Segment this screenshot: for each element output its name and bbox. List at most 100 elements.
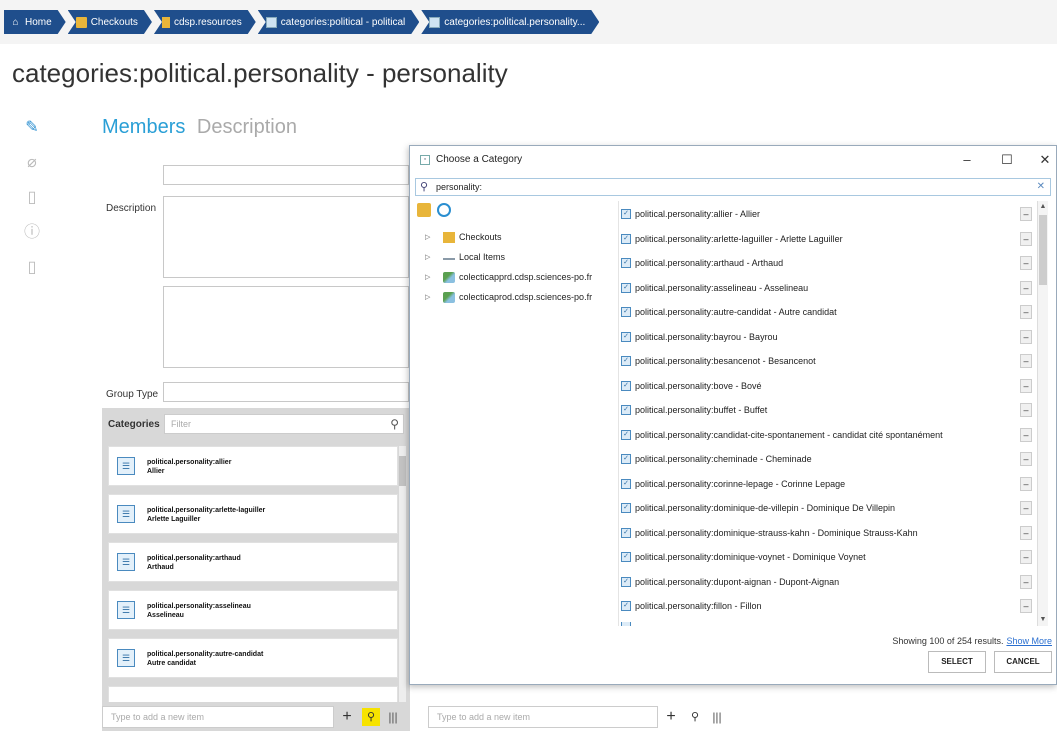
result-row[interactable]: ✓ political.personality:asselineau - Asse… xyxy=(621,279,1041,297)
result-row[interactable]: ✓ political.personality:dupont-aignan - D… xyxy=(621,573,1041,591)
result-row[interactable]: ✓ political.personality:cheminade - Chemi… xyxy=(621,450,1041,468)
remove-icon[interactable]: – xyxy=(1020,550,1032,564)
result-row[interactable]: ✓ political.personality:candidat-cite-spo… xyxy=(621,426,1041,444)
plus-icon[interactable]: + xyxy=(338,708,356,726)
tree-node[interactable]: ▷ colecticapprd.cdsp.sciences-po.fr xyxy=(425,269,592,285)
tree-node-label: Checkouts xyxy=(459,232,502,242)
tab-description[interactable]: Description xyxy=(197,116,297,138)
remove-icon[interactable]: – xyxy=(1020,427,1032,442)
category-list-item[interactable]: ☰ political.personality:allier Allier xyxy=(108,446,398,486)
result-label: political.personality:dominique-strauss-… xyxy=(635,527,918,538)
refresh-icon[interactable] xyxy=(437,203,452,217)
expand-arrow-icon[interactable]: ▷ xyxy=(425,293,443,301)
category-list-item[interactable]: ☰ political.personality:autre-candidat Aut… xyxy=(108,638,398,678)
document-icon[interactable]: ▯ xyxy=(22,258,42,278)
remove-icon[interactable]: – xyxy=(1020,403,1032,417)
result-row[interactable]: ✓ political.personality:fillon - Fillon xyxy=(621,597,1041,615)
expand-arrow-icon[interactable]: ▷ xyxy=(425,233,443,241)
categories-scrollbar[interactable] xyxy=(399,446,406,702)
result-row[interactable]: ✓ political.personality:besancenot - Besa… xyxy=(621,352,1041,370)
remove-icon[interactable]: – xyxy=(1020,574,1032,589)
breadcrumb-item[interactable]: ⌂ Home xyxy=(4,10,66,34)
remove-icon[interactable]: – xyxy=(1020,452,1032,466)
name-field[interactable] xyxy=(163,165,409,185)
clear-icon[interactable]: ✕ xyxy=(1037,181,1045,192)
result-label: political.personality:candidat-cite-spon… xyxy=(635,429,943,440)
remove-icon[interactable]: – xyxy=(1020,280,1032,295)
category-icon xyxy=(429,17,440,28)
result-row[interactable]: ✓ political.personality:bove - Bové xyxy=(621,377,1041,395)
tree-node[interactable]: ▷ Checkouts xyxy=(425,229,502,245)
result-row[interactable]: ✓ political.personality:arthaud - Arthaud xyxy=(621,254,1041,272)
paperclip-icon[interactable]: ⌀ xyxy=(22,153,42,173)
description-field-secondary[interactable] xyxy=(163,286,409,368)
remove-icon[interactable]: – xyxy=(1020,354,1032,368)
tab-members[interactable]: Members xyxy=(102,116,185,138)
remove-icon[interactable]: – xyxy=(1020,207,1032,221)
remove-icon[interactable]: – xyxy=(1020,501,1032,515)
category-list-item[interactable]: ☰ political.personality:arthaud Arthaud xyxy=(108,542,398,582)
remove-icon[interactable]: – xyxy=(1020,525,1032,540)
search-icon[interactable]: ⚲ xyxy=(686,708,704,726)
result-row[interactable]: ✓ political.personality:buffet - Buffet xyxy=(621,401,1041,419)
result-row[interactable]: ✓ political.personality:dominique-strauss… xyxy=(621,524,1041,542)
tree-node[interactable]: ▷ Local Items xyxy=(425,249,505,265)
select-button[interactable]: SELECT xyxy=(928,651,986,673)
result-row[interactable]: ✓ political.personality:bayrou - Bayrou xyxy=(621,328,1041,346)
group-type-field[interactable] xyxy=(163,382,409,402)
add-item-placeholder: Type to add a new item xyxy=(111,712,205,722)
add-icon[interactable] xyxy=(417,203,431,217)
show-more-link[interactable]: Show More xyxy=(1006,636,1052,646)
remove-icon[interactable]: – xyxy=(1020,305,1032,319)
breadcrumb-item[interactable]: cdsp.resources xyxy=(154,10,256,34)
result-row[interactable]: ✓ political.personality:dominique-de-vill… xyxy=(621,499,1041,517)
search-icon[interactable]: ⚲ xyxy=(362,708,380,726)
category-name: Autre candidat xyxy=(147,660,197,667)
scrollbar-thumb[interactable] xyxy=(1039,215,1047,285)
result-label: political.personality:allier - Allier xyxy=(635,209,761,219)
add-item-input[interactable]: Type to add a new item xyxy=(102,706,334,728)
minimize-icon[interactable]: – xyxy=(956,150,978,170)
expand-arrow-icon[interactable]: ▷ xyxy=(425,273,443,281)
remove-icon[interactable]: – xyxy=(1020,231,1032,246)
plus-icon[interactable]: + xyxy=(662,708,680,726)
search-icon[interactable]: ⚲ xyxy=(390,417,399,431)
columns-icon[interactable]: ||| xyxy=(708,708,726,726)
result-row[interactable]: ✓ political.personality:arlette-laguiller… xyxy=(621,230,1041,248)
breadcrumb-item[interactable]: categories:political - political xyxy=(258,10,420,34)
result-row[interactable]: ✓ political.personality:autre-candidat - … xyxy=(621,303,1041,321)
category-list-item[interactable] xyxy=(108,686,398,702)
add-item-input-secondary[interactable]: Type to add a new item xyxy=(428,706,658,728)
maximize-icon[interactable]: ☐ xyxy=(996,150,1018,170)
category-list-item[interactable]: ☰ political.personality:arlette-laguiller… xyxy=(108,494,398,534)
remove-icon[interactable]: – xyxy=(1020,476,1032,491)
remove-icon[interactable]: – xyxy=(1020,256,1032,270)
columns-icon[interactable]: ||| xyxy=(384,708,402,726)
cancel-button[interactable]: CANCEL xyxy=(994,651,1052,673)
result-label: political.personality:dupont-aignan - Du… xyxy=(635,576,840,587)
remove-icon[interactable]: – xyxy=(1020,599,1032,613)
pencil-icon[interactable]: ✎ xyxy=(22,118,42,138)
expand-arrow-icon[interactable]: ▷ xyxy=(425,253,443,261)
app-window: ⌂ Home Checkouts cdsp.resources categories:p… xyxy=(0,0,1057,731)
result-label: political.personality:dominique-voynet -… xyxy=(635,552,866,562)
result-row[interactable] xyxy=(621,621,1041,626)
breadcrumb-item[interactable]: categories:political.personality... xyxy=(421,10,599,34)
repository-tree: ▷ Checkouts ▷ Local Items ▷ colecticappr… xyxy=(415,201,615,621)
remove-icon[interactable]: – xyxy=(1020,329,1032,344)
scrollbar-thumb[interactable] xyxy=(399,456,406,486)
info-icon[interactable]: ⓘ xyxy=(22,223,42,243)
categories-filter-input[interactable]: Filter ⚲ xyxy=(164,414,404,434)
result-row[interactable]: ✓ political.personality:corinne-lepage - … xyxy=(621,475,1041,493)
close-icon[interactable]: ✕ xyxy=(1034,150,1056,170)
document-icon[interactable]: ▯ xyxy=(22,188,42,208)
tree-node[interactable]: ▷ colecticaprod.cdsp.sciences-po.fr xyxy=(425,289,592,305)
result-row[interactable]: ✓ political.personality:allier - Allier xyxy=(621,205,1041,223)
result-row[interactable]: ✓ political.personality:dominique-voynet … xyxy=(621,548,1041,566)
breadcrumb-item[interactable]: Checkouts xyxy=(68,10,152,34)
remove-icon[interactable]: – xyxy=(1020,378,1032,393)
description-field[interactable] xyxy=(163,196,409,278)
category-icon: ✓ xyxy=(621,503,631,513)
dialog-search-input[interactable]: ⚲ personality: ✕ xyxy=(415,178,1051,196)
category-list-item[interactable]: ☰ political.personality:asselineau Asselin… xyxy=(108,590,398,630)
